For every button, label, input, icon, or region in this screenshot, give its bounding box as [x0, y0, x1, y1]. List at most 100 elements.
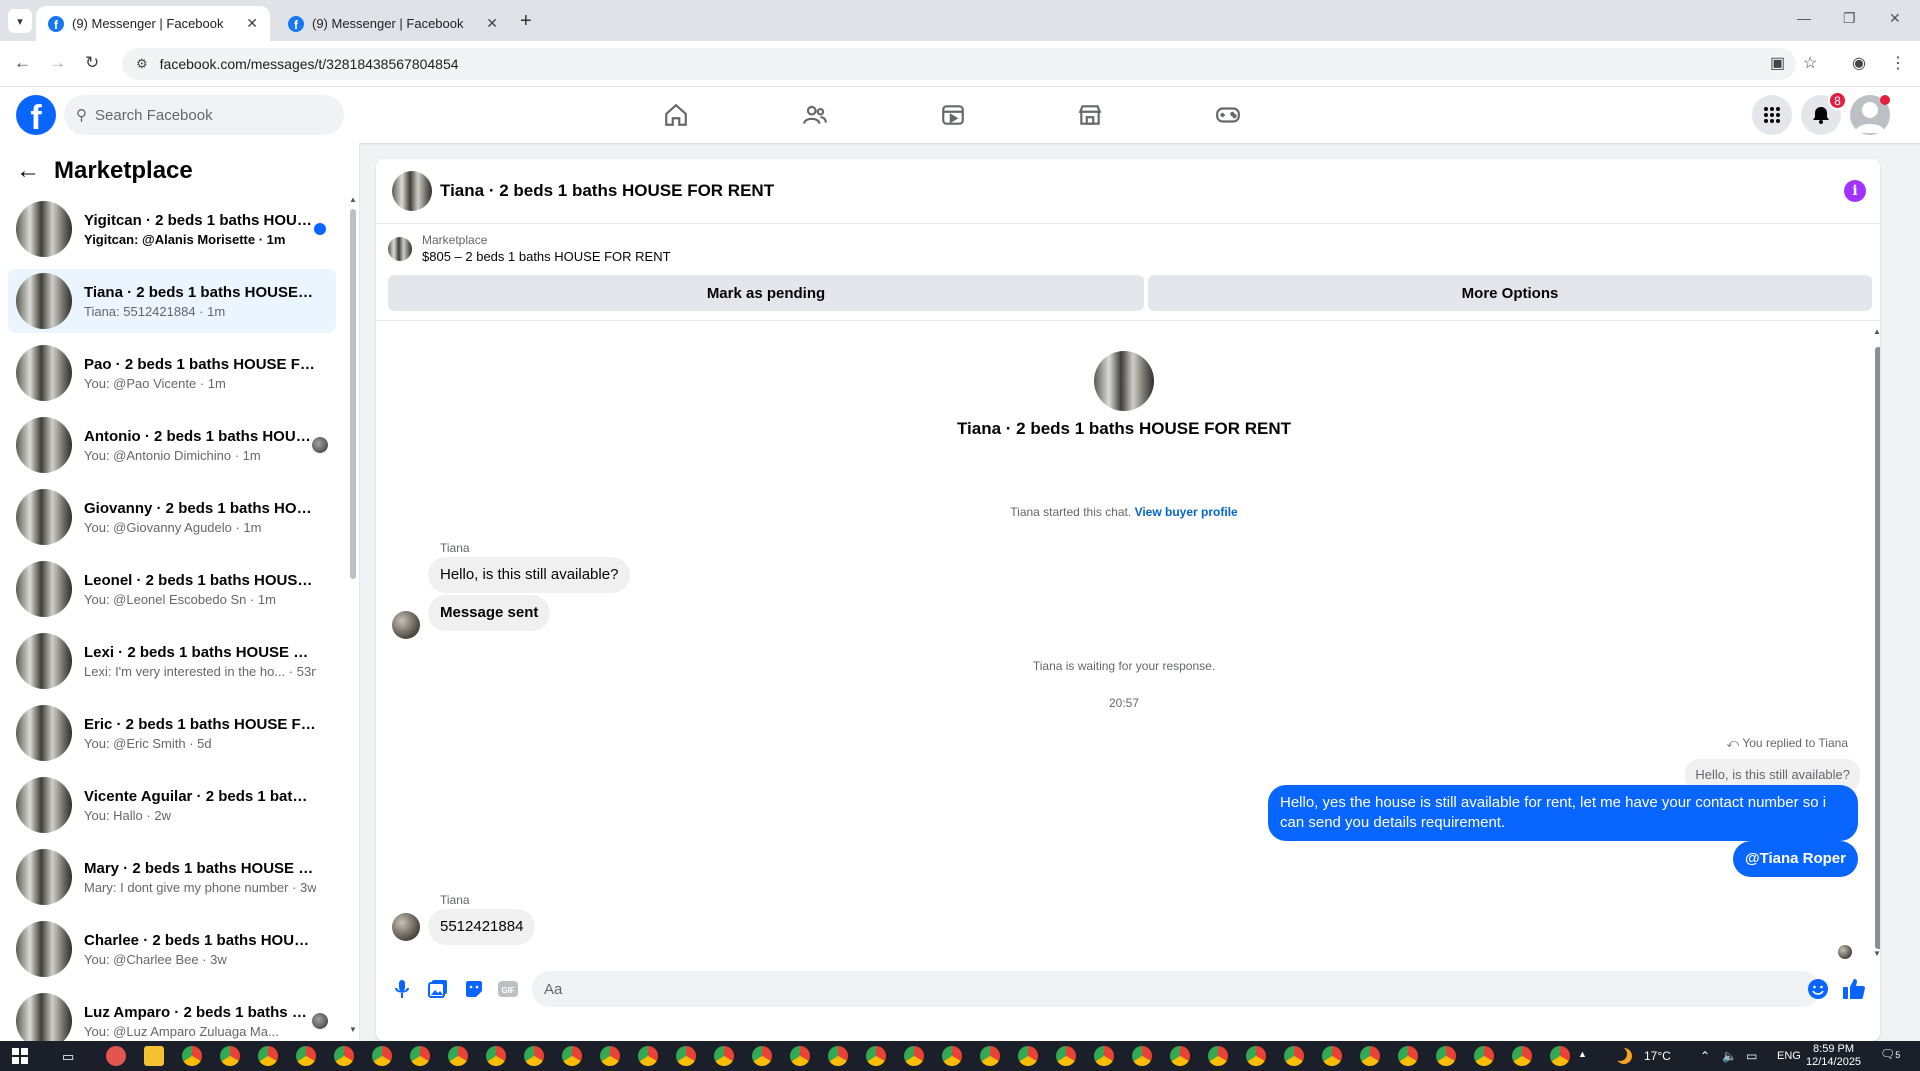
- conversation-item[interactable]: Leonel · 2 beds 1 baths HOUSE FOR RENT Y…: [8, 557, 336, 621]
- scroll-up-arrow-icon[interactable]: ▲: [349, 195, 357, 204]
- chrome-icon[interactable]: [790, 1046, 810, 1066]
- chrome-icon[interactable]: [1322, 1046, 1342, 1066]
- search-input[interactable]: [95, 106, 315, 124]
- url-omnibox[interactable]: ⚙ facebook.com/messages/t/32818438567804…: [122, 48, 1796, 80]
- browser-tab[interactable]: f (9) Messenger | Facebook ✕: [276, 6, 510, 41]
- weather-icon[interactable]: [1612, 1046, 1634, 1066]
- close-window-icon[interactable]: ✕: [1889, 10, 1901, 27]
- chrome-icon[interactable]: [1018, 1046, 1038, 1066]
- chrome-icon[interactable]: [1474, 1046, 1494, 1066]
- marketplace-icon[interactable]: [1076, 101, 1104, 129]
- chrome-icon[interactable]: [638, 1046, 658, 1066]
- chrome-icon[interactable]: [1170, 1046, 1190, 1066]
- windows-start-icon[interactable]: [12, 1048, 28, 1064]
- facebook-search[interactable]: ⚲: [64, 95, 344, 135]
- chrome-icon[interactable]: [828, 1046, 848, 1066]
- conversation-item-active[interactable]: Tiana · 2 beds 1 baths HOUSE FOR RENT Ti…: [8, 269, 336, 333]
- incoming-message[interactable]: Message sent: [428, 595, 551, 631]
- conversation-item[interactable]: Charlee · 2 beds 1 baths HOUSE FOR RENT …: [8, 917, 336, 981]
- speaker-icon[interactable]: 🔈: [1722, 1049, 1737, 1063]
- home-icon[interactable]: [662, 101, 690, 129]
- back-arrow-icon[interactable]: ←: [16, 157, 40, 185]
- chrome-icon[interactable]: [600, 1046, 620, 1066]
- sticker-icon[interactable]: [462, 977, 486, 1001]
- chrome-icon[interactable]: [220, 1046, 240, 1066]
- chrome-icon[interactable]: [1512, 1046, 1532, 1066]
- back-arrow-icon[interactable]: ←: [14, 53, 31, 73]
- friends-icon[interactable]: [801, 101, 829, 129]
- chrome-icon[interactable]: [562, 1046, 582, 1066]
- conversation-info-icon[interactable]: i: [1844, 180, 1866, 202]
- chrome-icon[interactable]: [1436, 1046, 1456, 1066]
- chrome-menu-icon[interactable]: ⋮: [1890, 53, 1906, 73]
- conversation-item[interactable]: Mary · 2 beds 1 baths HOUSE FOR RENT Mar…: [8, 845, 336, 909]
- chrome-icon[interactable]: [524, 1046, 544, 1066]
- chrome-icon[interactable]: [486, 1046, 506, 1066]
- thumbs-up-like-icon[interactable]: [1842, 977, 1866, 1001]
- chrome-icon[interactable]: [1132, 1046, 1152, 1066]
- show-hidden-icons-chevron-icon[interactable]: ▲: [1578, 1049, 1587, 1059]
- conversation-item[interactable]: Luz Amparo · 2 beds 1 baths HOUSE FOR RE…: [8, 989, 336, 1041]
- sidebar-scrollbar[interactable]: [350, 209, 356, 579]
- tray-chevron-icon[interactable]: ⌃: [1700, 1049, 1710, 1063]
- conversation-item[interactable]: Vicente Aguilar · 2 beds 1 baths HOUSE F…: [8, 773, 336, 837]
- photo-gallery-icon[interactable]: [426, 977, 450, 1001]
- chrome-icon[interactable]: [372, 1046, 392, 1066]
- microphone-icon[interactable]: [390, 977, 414, 1001]
- chrome-icon[interactable]: [980, 1046, 1000, 1066]
- message-input-box[interactable]: [532, 971, 1820, 1007]
- notification-center-icon[interactable]: 🗨5: [1880, 1047, 1900, 1061]
- sender-avatar[interactable]: [392, 913, 420, 941]
- file-explorer-icon[interactable]: [144, 1046, 164, 1066]
- scroll-up-arrow-icon[interactable]: ▲: [1873, 327, 1880, 336]
- close-tab-icon[interactable]: ✕: [246, 15, 258, 32]
- chat-avatar[interactable]: [392, 171, 432, 211]
- chrome-icon[interactable]: [1360, 1046, 1380, 1066]
- notifications-bell-icon[interactable]: 8: [1801, 91, 1847, 135]
- listing-summary[interactable]: Marketplace $805 – 2 beds 1 baths HOUSE …: [388, 233, 671, 264]
- video-icon[interactable]: [939, 101, 967, 129]
- chrome-icon[interactable]: [866, 1046, 886, 1066]
- new-tab-plus-icon[interactable]: +: [520, 10, 532, 33]
- chrome-icon[interactable]: [410, 1046, 430, 1066]
- scroll-down-arrow-icon[interactable]: ▼: [1873, 949, 1880, 958]
- tab-list-chevron-icon[interactable]: ▾: [8, 9, 32, 33]
- chrome-icon[interactable]: [1246, 1046, 1266, 1066]
- chrome-icon[interactable]: [1550, 1046, 1570, 1066]
- conversation-item[interactable]: Antonio · 2 beds 1 baths HOUSE FOR RENT …: [8, 413, 336, 477]
- chrome-icon[interactable]: [334, 1046, 354, 1066]
- chrome-icon[interactable]: [1398, 1046, 1418, 1066]
- reload-icon[interactable]: ↻: [85, 53, 99, 73]
- chat-title[interactable]: Tiana · 2 beds 1 baths HOUSE FOR RENT: [440, 181, 774, 201]
- gif-icon[interactable]: GIF: [496, 977, 520, 1001]
- chrome-icon[interactable]: [182, 1046, 202, 1066]
- chrome-icon[interactable]: [752, 1046, 772, 1066]
- message-input[interactable]: [544, 980, 1744, 998]
- conversation-item[interactable]: Giovanny · 2 beds 1 baths HOUSE FOR RENT…: [8, 485, 336, 549]
- network-icon[interactable]: ▭: [1746, 1049, 1757, 1063]
- incoming-message[interactable]: Hello, is this still available?: [428, 557, 631, 593]
- chrome-icon[interactable]: [1056, 1046, 1076, 1066]
- conversation-item[interactable]: Eric · 2 beds 1 baths HOUSE FOR RENT You…: [8, 701, 336, 765]
- scroll-down-arrow-icon[interactable]: ▼: [349, 1025, 357, 1034]
- minimize-window-icon[interactable]: —: [1797, 10, 1811, 26]
- view-buyer-profile-link[interactable]: View buyer profile: [1135, 505, 1238, 519]
- mark-as-pending-button[interactable]: Mark as pending: [388, 275, 1144, 311]
- chrome-icon[interactable]: [942, 1046, 962, 1066]
- language-indicator[interactable]: ENG: [1777, 1050, 1801, 1062]
- chrome-icon[interactable]: [1284, 1046, 1304, 1066]
- chrome-icon[interactable]: [714, 1046, 734, 1066]
- emoji-icon[interactable]: [1806, 977, 1830, 1001]
- chrome-icon[interactable]: [258, 1046, 278, 1066]
- gaming-icon[interactable]: [1214, 101, 1242, 129]
- sender-avatar[interactable]: [392, 611, 420, 639]
- more-options-button[interactable]: More Options: [1148, 275, 1872, 311]
- chrome-profile-icon[interactable]: ◉: [1852, 53, 1866, 73]
- menu-grid-icon[interactable]: [1752, 95, 1792, 135]
- task-view-icon[interactable]: ▭: [62, 1049, 74, 1065]
- chat-scrollbar[interactable]: [1875, 347, 1880, 949]
- site-settings-icon[interactable]: ⚙: [136, 56, 148, 72]
- conversation-item[interactable]: Pao · 2 beds 1 baths HOUSE FOR RENT You:…: [8, 341, 336, 405]
- forward-arrow-icon[interactable]: →: [49, 53, 66, 73]
- conversation-item[interactable]: Lexi · 2 beds 1 baths HOUSE FOR RENT Lex…: [8, 629, 336, 693]
